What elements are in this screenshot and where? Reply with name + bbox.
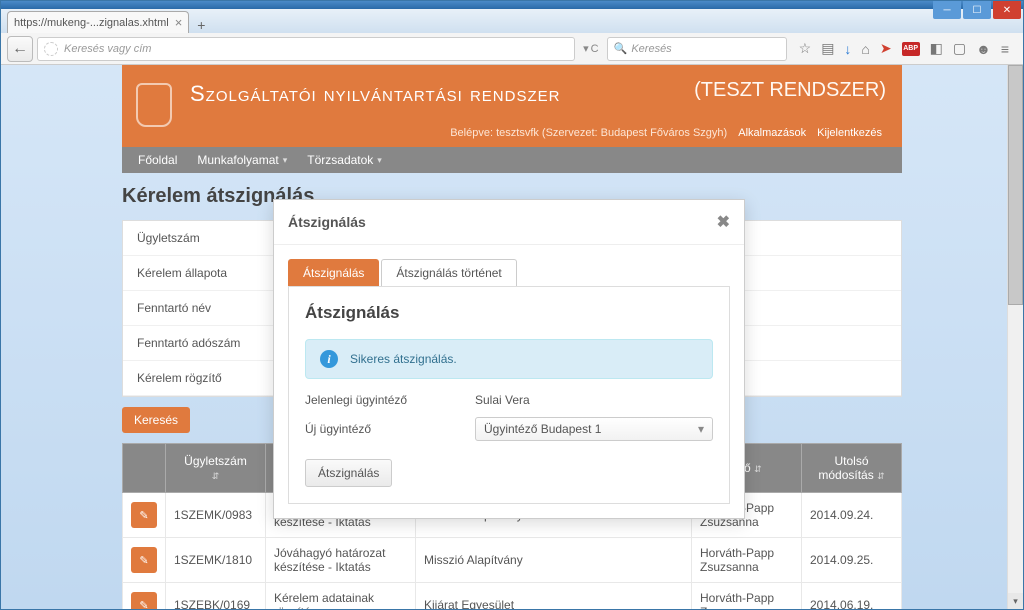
home-icon[interactable]: ⌂ — [861, 41, 869, 57]
reassign-modal: Átszignálás ✖ Átszignálás Átszignálás tö… — [273, 199, 745, 519]
browser-tabs-bar: https://mukeng-...zignalas.xhtml × + — [1, 9, 1023, 33]
history-dropdown-icon[interactable]: ▾ — [583, 42, 589, 55]
new-agent-label: Új ügyintéző — [305, 422, 475, 436]
col-action — [123, 444, 166, 493]
url-placeholder: Keresés vagy cím — [64, 43, 151, 55]
cell-ugylet: 1SZEMK/0983 — [166, 493, 266, 538]
login-info: Belépve: tesztsvfk (Szervezet: Budapest … — [450, 127, 727, 139]
tab-title: https://mukeng-...zignalas.xhtml — [14, 17, 169, 29]
system-label: (TESZT RENDSZER) — [694, 79, 886, 102]
modal-section-title: Átszignálás — [305, 303, 713, 323]
table-row: ✎ 1SZEMK/1810Jóváhagyó határozat készítés… — [123, 538, 902, 583]
menu-workflow[interactable]: Munkafolyamat — [189, 147, 295, 173]
cell-fenntarto: Kijárat Egyesület — [416, 583, 692, 610]
cell-allapot: Jóváhagyó határozat készítése - Iktatás — [266, 538, 416, 583]
cell-allapot: Kérelem adatainak rögzítése — [266, 583, 416, 610]
window-close-button[interactable]: ✕ — [993, 1, 1021, 19]
cell-ugylet: 1SZEBK/0169 — [166, 583, 266, 610]
browser-nav-bar: ← Keresés vagy cím ▾ C 🔍 Keresés ☆ ▤ ↓ ⌂… — [1, 33, 1023, 65]
window-minimize-button[interactable]: ─ — [933, 1, 961, 19]
menu-home[interactable]: Főoldal — [130, 147, 185, 173]
modal-tab-reassign[interactable]: Átszignálás — [288, 259, 379, 286]
cell-datum: 2014.09.24. — [802, 493, 902, 538]
table-row: ✎ 1SZEBK/0169Kérelem adatainak rögzítéseK… — [123, 583, 902, 610]
menu-icon[interactable]: ≡ — [1001, 41, 1009, 57]
crest-icon — [136, 83, 172, 127]
modal-close-icon[interactable]: ✖ — [717, 212, 730, 232]
tab-close-icon[interactable]: × — [175, 15, 183, 30]
current-agent-label: Jelenlegi ügyintéző — [305, 393, 475, 407]
download-icon[interactable]: ↓ — [844, 41, 851, 57]
search-button[interactable]: Keresés — [122, 407, 190, 433]
notes-icon[interactable]: ▢ — [953, 40, 966, 57]
page-scrollbar[interactable]: ▴ ▾ — [1007, 65, 1023, 609]
abp-icon[interactable]: ABP — [902, 42, 920, 56]
chat-icon[interactable]: ☻ — [976, 41, 991, 57]
cell-datum: 2014.09.25. — [802, 538, 902, 583]
col-ugyletszam[interactable]: Ügyletszám⇵ — [166, 444, 266, 493]
menu-masterdata[interactable]: Törzsadatok — [299, 147, 390, 173]
cell-datum: 2014.06.19. — [802, 583, 902, 610]
modal-tab-history[interactable]: Átszignálás történet — [381, 259, 516, 286]
scroll-down-icon[interactable]: ▾ — [1008, 593, 1023, 609]
search-placeholder: Keresés — [631, 43, 671, 55]
cell-intezo: Horváth-Papp Zsuzsanna — [692, 538, 802, 583]
reader-icon[interactable]: ▤ — [821, 40, 834, 57]
window-maximize-button[interactable]: ☐ — [963, 1, 991, 19]
back-button[interactable]: ← — [7, 36, 33, 62]
reload-button[interactable]: C — [591, 43, 599, 55]
row-edit-button[interactable]: ✎ — [131, 547, 157, 573]
globe-icon — [44, 42, 58, 56]
current-agent-value: Sulai Vera — [475, 393, 530, 407]
col-modositas[interactable]: Utolsó módosítás ⇵ — [802, 444, 902, 493]
reassign-button[interactable]: Átszignálás — [305, 459, 392, 487]
cell-ugylet: 1SZEMK/1810 — [166, 538, 266, 583]
send-icon[interactable]: ➤ — [880, 40, 892, 57]
modal-title: Átszignálás — [288, 214, 366, 230]
url-bar[interactable]: Keresés vagy cím — [37, 37, 575, 61]
bookmark-star-icon[interactable]: ☆ — [799, 40, 812, 57]
new-agent-dropdown[interactable]: Ügyintéző Budapest 1 — [475, 417, 713, 441]
link-logout[interactable]: Kijelentkezés — [817, 127, 882, 139]
row-edit-button[interactable]: ✎ — [131, 592, 157, 609]
new-tab-button[interactable]: + — [189, 17, 213, 33]
cell-fenntarto: Misszió Alapítvány — [416, 538, 692, 583]
sidebar-icon[interactable]: ◧ — [930, 40, 943, 57]
browser-search-bar[interactable]: 🔍 Keresés — [607, 37, 787, 61]
main-menu: Főoldal Munkafolyamat Törzsadatok — [122, 147, 902, 173]
window-titlebar: ─ ☐ ✕ — [1, 1, 1023, 9]
info-icon: i — [320, 350, 338, 368]
scrollbar-thumb[interactable] — [1008, 65, 1023, 305]
browser-tab[interactable]: https://mukeng-...zignalas.xhtml × — [7, 11, 189, 33]
cell-intezo: Horváth-Papp Zsuzsanna — [692, 583, 802, 610]
info-message: i Sikeres átszignálás. — [305, 339, 713, 379]
app-header: Szolgáltatói nyilvántartási rendszer (TE… — [122, 65, 902, 147]
search-icon: 🔍 — [614, 42, 628, 55]
info-text: Sikeres átszignálás. — [350, 352, 457, 366]
row-edit-button[interactable]: ✎ — [131, 502, 157, 528]
link-apps[interactable]: Alkalmazások — [738, 127, 806, 139]
